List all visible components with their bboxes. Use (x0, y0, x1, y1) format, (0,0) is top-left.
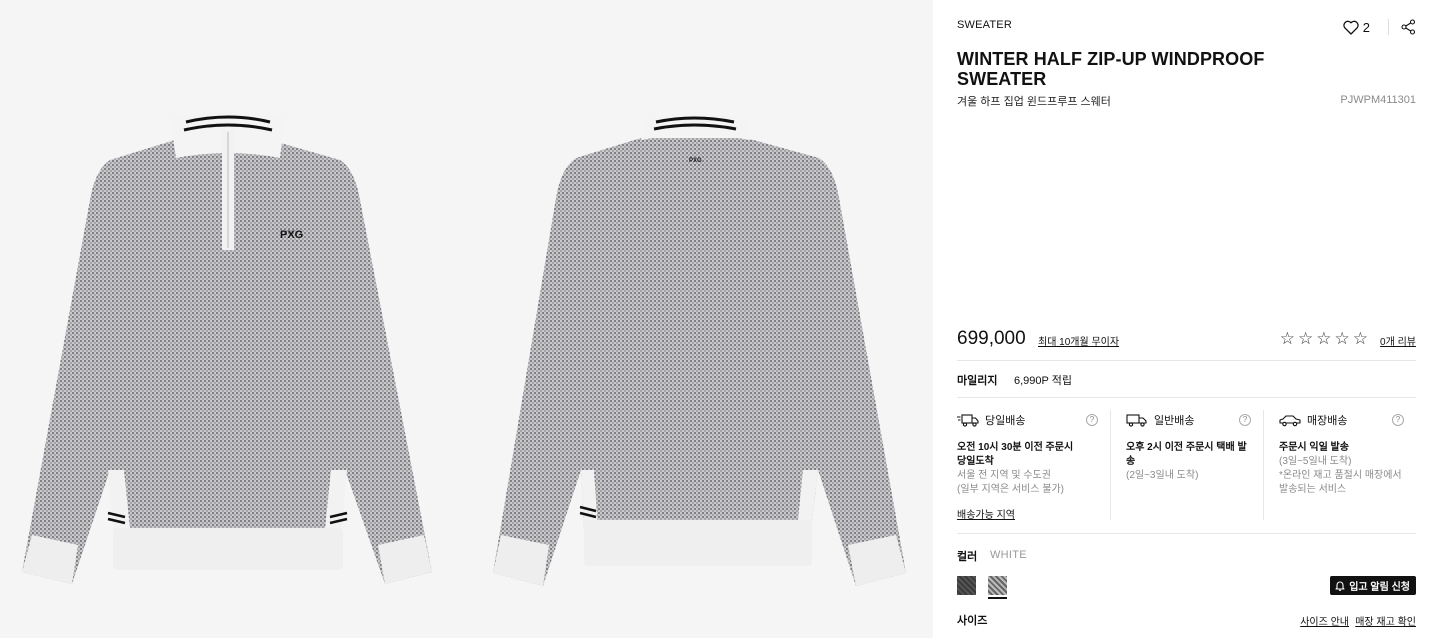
rating-stars: ☆ ☆ ☆ ☆ ☆ (1280, 329, 1368, 349)
delivery-main-line: 오전 10시 30분 이전 주문시 (957, 442, 1074, 453)
delivery-sub: (3일~5일내 도착) *온라인 재고 품절시 매장에서 발송되는 서비스 (1279, 455, 1404, 497)
divider (957, 397, 1416, 398)
delivery-main: 오전 10시 30분 이전 주문시 당일도착 (957, 441, 1098, 469)
product-image-front[interactable]: PXG (0, 0, 466, 638)
pxg-logo: PXG (280, 229, 303, 241)
delivery-main: 오후 2시 이전 주문시 택배 발송 (1126, 441, 1251, 469)
installment-link[interactable]: 최대 10개월 무이자 (1038, 333, 1119, 348)
color-label: 컬러 (957, 551, 978, 563)
product-price: 699,000 (957, 328, 1026, 349)
delivery-sub-line: 서울 전 지역 및 수도권 (957, 470, 1051, 481)
help-icon[interactable]: ? (1392, 414, 1404, 426)
delivery-option-store: 매장배송 ? 주문시 익일 발송 (3일~5일내 도착) *온라인 재고 품절시… (1263, 410, 1416, 520)
delivery-area-link[interactable]: 배송가능 지역 (957, 506, 1015, 521)
delivery-option-standard: 일반배송 ? 오후 2시 이전 주문시 택배 발송 (2일~3일내 도착) (1110, 410, 1263, 520)
size-guide-link[interactable]: 사이즈 안내 (1300, 613, 1349, 628)
help-icon[interactable]: ? (1086, 414, 1098, 426)
delivery-name: 일반배송 (1154, 415, 1195, 427)
mileage-value: 6,990P 적립 (1014, 375, 1072, 387)
size-label: 사이즈 (957, 615, 988, 627)
delivery-sub-line: (일부 지역은 서비스 불가) (957, 484, 1064, 495)
help-icon[interactable]: ? (1239, 414, 1251, 426)
delivery-sub-line: *온라인 재고 품절시 매장에서 (1279, 470, 1402, 481)
sweater-front-illustration: PXG (22, 111, 432, 584)
delivery-name: 매장배송 (1307, 415, 1348, 427)
star-icon: ☆ (1316, 329, 1332, 348)
truck-fast-icon (957, 414, 979, 427)
wishlist-count: 2 (1362, 19, 1370, 35)
delivery-name: 당일배송 (985, 415, 1026, 427)
product-title: WINTER HALF ZIP-UP WINDPROOF SWEATER (957, 49, 1265, 89)
delivery-option-same-day: 당일배송 ? 오전 10시 30분 이전 주문시 당일도착 서울 전 지역 및 … (957, 410, 1110, 521)
divider (957, 360, 1416, 361)
restock-alert-label: 입고 알림 신청 (1349, 582, 1410, 593)
star-icon: ☆ (1334, 329, 1350, 348)
delivery-sub: (2일~3일내 도착) (1126, 469, 1251, 483)
price-row: 699,000 최대 10개월 무이자 ☆ ☆ ☆ ☆ ☆ 0개 리뷰 (957, 328, 1416, 350)
star-icon: ☆ (1298, 329, 1314, 348)
store-stock-link[interactable]: 매장 재고 확인 (1355, 613, 1416, 628)
star-icon: ☆ (1279, 329, 1295, 348)
delivery-options: 당일배송 ? 오전 10시 30분 이전 주문시 당일도착 서울 전 지역 및 … (957, 410, 1416, 521)
sweater-back-illustration: PXG (493, 114, 906, 586)
product-info-panel: SWEATER 2 WINTER HALF ZIP-UP WINDPROOF S… (957, 0, 1416, 638)
delivery-sub-line: (2일~3일내 도착) (1126, 470, 1199, 481)
review-link[interactable]: 0개 리뷰 (1380, 333, 1416, 348)
delivery-main-line: 당일도착 (957, 456, 994, 467)
color-swatch-charcoal[interactable] (957, 576, 976, 595)
product-image-back[interactable]: PXG (466, 0, 933, 638)
top-actions: 2 (1343, 19, 1416, 35)
product-subtitle: 겨울 하프 집업 윈드프루프 스웨터 (957, 96, 1111, 108)
pxg-back-logo: PXG (689, 158, 702, 164)
bell-icon (1335, 581, 1345, 591)
mileage-label: 마일리지 (957, 375, 998, 387)
restock-alert-button[interactable]: 입고 알림 신청 (1330, 576, 1416, 595)
delivery-main-line: 주문시 익일 발송 (1279, 442, 1349, 453)
color-selected-value: WHITE (990, 549, 1027, 561)
action-divider (1388, 19, 1389, 35)
color-swatch-white[interactable] (988, 576, 1007, 595)
car-icon (1279, 415, 1301, 427)
delivery-main-line: 오후 2시 이전 주문시 택배 발송 (1126, 442, 1247, 467)
selected-swatch-indicator (988, 597, 1007, 599)
share-icon[interactable] (1401, 19, 1416, 35)
heart-icon (1343, 20, 1359, 35)
divider (957, 533, 1416, 534)
delivery-sub-line: 발송되는 서비스 (1279, 484, 1347, 495)
product-category[interactable]: SWEATER (957, 19, 1012, 31)
delivery-main: 주문시 익일 발송 (1279, 441, 1404, 455)
product-gallery: PXG PXG (0, 0, 933, 638)
truck-icon (1126, 414, 1147, 427)
star-icon: ☆ (1352, 329, 1368, 348)
wishlist-button[interactable]: 2 (1343, 20, 1370, 35)
product-sku: PJWPM411301 (1340, 94, 1416, 106)
delivery-sub: 서울 전 지역 및 수도권 (일부 지역은 서비스 불가) (957, 469, 1098, 497)
delivery-sub-line: (3일~5일내 도착) (1279, 456, 1352, 467)
